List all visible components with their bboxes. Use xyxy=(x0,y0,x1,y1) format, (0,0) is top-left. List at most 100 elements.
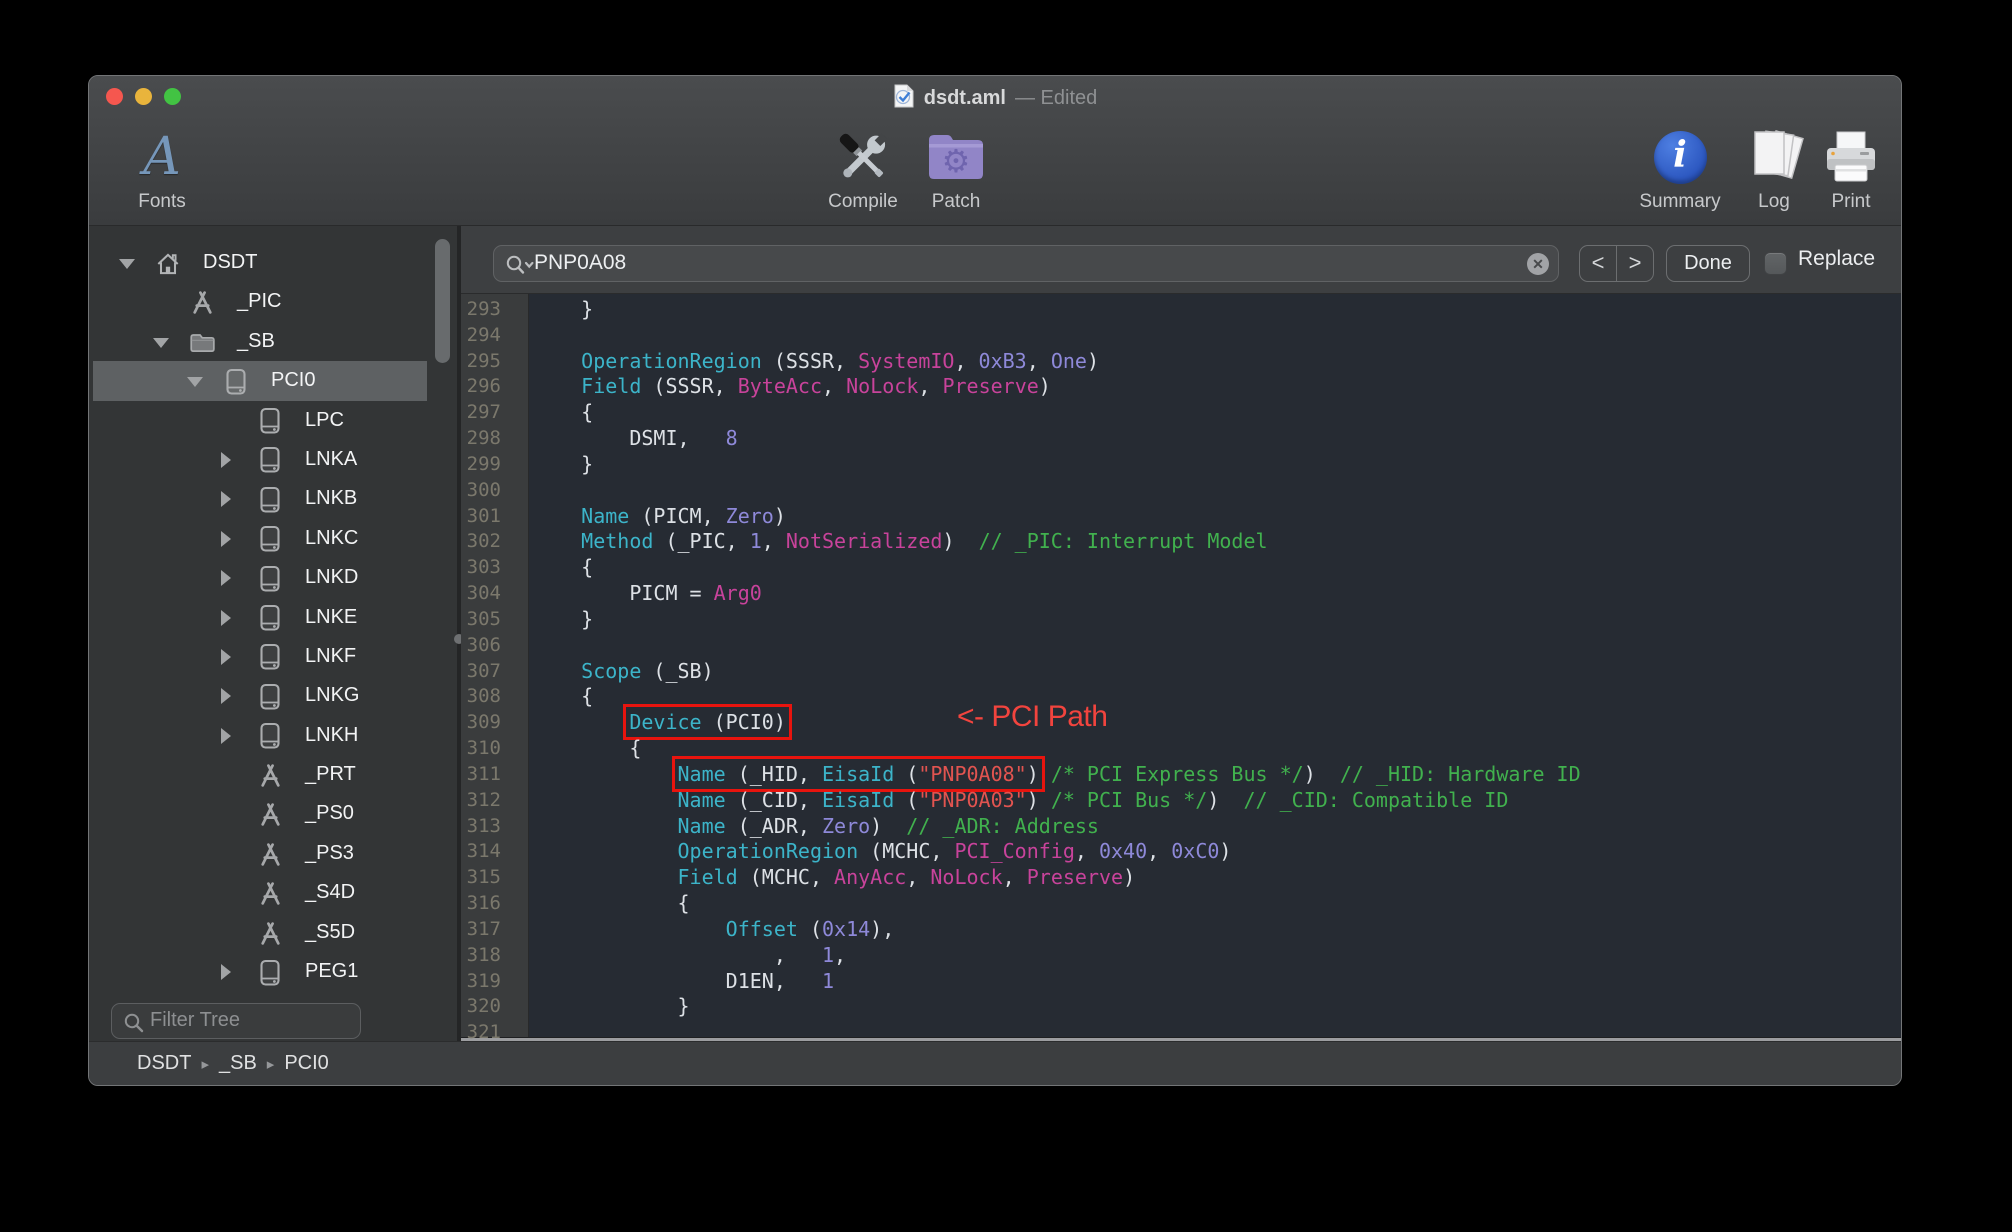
breadcrumb-pci0[interactable]: PCI0 xyxy=(284,1052,328,1075)
code-line[interactable]: 320 } xyxy=(461,994,1901,1020)
tree-item-lnkb[interactable]: LNKB xyxy=(89,479,457,518)
code-line[interactable]: 313 Name (_ADR, Zero) // _ADR: Address xyxy=(461,814,1901,840)
tree-item-_ps3[interactable]: _PS3 xyxy=(89,834,457,873)
code-line[interactable]: 295 OperationRegion (SSSR, SystemIO, 0xB… xyxy=(461,349,1901,375)
line-number: 302 xyxy=(461,529,515,555)
chevron-right-icon[interactable] xyxy=(221,965,241,981)
code-line[interactable]: 301 Name (PICM, Zero) xyxy=(461,504,1901,530)
code-line[interactable]: 309 Device (PCI0) xyxy=(461,710,1901,736)
code-line[interactable]: 306 xyxy=(461,633,1901,659)
code-editor[interactable]: 293 }294295 OperationRegion (SSSR, Syste… xyxy=(461,294,1901,1041)
code-text: Name (_CID, EisaId ("PNP0A03") /* PCI Bu… xyxy=(515,788,1508,814)
tree-item-lnkf[interactable]: LNKF xyxy=(89,637,457,676)
chevron-right-icon[interactable] xyxy=(221,689,241,705)
search-field[interactable]: ✕ xyxy=(493,245,1559,282)
tree-item-lnkc[interactable]: LNKC xyxy=(89,519,457,558)
toolbar-label: Patch xyxy=(932,191,981,213)
code-line[interactable]: 298 DSMI, 8 xyxy=(461,426,1901,452)
chevron-right-icon[interactable] xyxy=(221,571,241,587)
code-line[interactable]: 300 xyxy=(461,478,1901,504)
magnifier-chevron-icon[interactable] xyxy=(505,253,535,282)
code-line[interactable]: 293 } xyxy=(461,297,1901,323)
code-line[interactable]: 308 { xyxy=(461,684,1901,710)
tree-item-_sb[interactable]: _SB xyxy=(89,322,457,361)
code-line[interactable]: 305 } xyxy=(461,607,1901,633)
find-previous-button[interactable]: < xyxy=(1580,246,1616,281)
method-icon xyxy=(255,800,285,829)
tree-item-label: _S4D xyxy=(305,873,355,912)
chevron-down-icon[interactable] xyxy=(187,374,207,390)
fonts-icon: A xyxy=(143,126,181,188)
toolbar-item-patch[interactable]: ⚙ Patch xyxy=(891,126,1021,213)
code-line[interactable]: 302 Method (_PIC, 1, NotSerialized) // _… xyxy=(461,529,1901,555)
code-line[interactable]: 318 , 1, xyxy=(461,943,1901,969)
done-button[interactable]: Done xyxy=(1666,245,1750,282)
line-number: 303 xyxy=(461,555,515,581)
chevron-right-icon[interactable] xyxy=(221,729,241,745)
tree-item-lnke[interactable]: LNKE xyxy=(89,598,457,637)
tree-item-lpc[interactable]: LPC xyxy=(89,401,457,440)
replace-checkbox[interactable] xyxy=(1764,252,1787,275)
code-line[interactable]: 297 { xyxy=(461,400,1901,426)
status-bar: DSDT ▸ _SB ▸ PCI0 xyxy=(89,1041,1901,1085)
tree-item-label: _SB xyxy=(237,322,275,361)
line-number: 294 xyxy=(461,323,515,349)
code-line[interactable]: 299 } xyxy=(461,452,1901,478)
code-line[interactable]: 296 Field (SSSR, ByteAcc, NoLock, Preser… xyxy=(461,374,1901,400)
code-text: { xyxy=(515,891,690,917)
find-next-button[interactable]: > xyxy=(1616,246,1653,281)
tree-item-lnka[interactable]: LNKA xyxy=(89,440,457,479)
code-line[interactable]: 304 PICM = Arg0 xyxy=(461,581,1901,607)
tree-item-_s4d[interactable]: _S4D xyxy=(89,873,457,912)
line-number: 300 xyxy=(461,478,515,504)
chevron-down-icon[interactable] xyxy=(119,256,139,272)
code-line[interactable]: 319 D1EN, 1 xyxy=(461,969,1901,995)
tree-item-lnkh[interactable]: LNKH xyxy=(89,716,457,755)
code-text xyxy=(515,633,533,659)
tree-item-label: LNKB xyxy=(305,479,357,518)
tree-item-pci0[interactable]: PCI0 xyxy=(89,361,457,400)
code-text: } xyxy=(515,452,593,478)
tree-item-lnkd[interactable]: LNKD xyxy=(89,558,457,597)
code-line[interactable]: 316 { xyxy=(461,891,1901,917)
tree-item-_pic[interactable]: _PIC xyxy=(89,282,457,321)
line-number: 318 xyxy=(461,943,515,969)
code-line[interactable]: 303 { xyxy=(461,555,1901,581)
chevron-right-icon[interactable] xyxy=(221,492,241,508)
code-text: Scope (_SB) xyxy=(515,659,714,685)
code-line[interactable]: 294 xyxy=(461,323,1901,349)
chevron-right-icon[interactable] xyxy=(221,611,241,627)
tree-item-_prt[interactable]: _PRT xyxy=(89,755,457,794)
tree-item-lnkg[interactable]: LNKG xyxy=(89,676,457,715)
sidebar-scrollbar-thumb[interactable] xyxy=(435,239,450,363)
tree-item-_ps0[interactable]: _PS0 xyxy=(89,794,457,833)
chevron-right-icon[interactable] xyxy=(221,532,241,548)
code-line[interactable]: 310 { xyxy=(461,736,1901,762)
line-number: 321 xyxy=(461,1020,515,1041)
tree-item-dsdt[interactable]: DSDT xyxy=(89,243,457,282)
chevron-down-icon[interactable] xyxy=(153,335,173,351)
filter-tree-field[interactable] xyxy=(111,1003,361,1039)
code-line[interactable]: 307 Scope (_SB) xyxy=(461,659,1901,685)
filter-tree-input[interactable] xyxy=(150,1004,350,1037)
toolbar-item-fonts[interactable]: A Fonts xyxy=(97,126,227,213)
search-input[interactable] xyxy=(534,246,1494,280)
replace-label: Replace xyxy=(1798,247,1875,271)
tree-item-_s5d[interactable]: _S5D xyxy=(89,913,457,952)
toolbar-label: Print xyxy=(1831,191,1870,213)
tree-item-peg1[interactable]: PEG1 xyxy=(89,952,457,991)
code-text: D1EN, 1 xyxy=(515,969,834,995)
clear-search-icon[interactable]: ✕ xyxy=(1527,253,1549,275)
code-line[interactable]: 317 Offset (0x14), xyxy=(461,917,1901,943)
code-line[interactable]: 315 Field (MCHC, AnyAcc, NoLock, Preserv… xyxy=(461,865,1901,891)
code-text: Field (SSSR, ByteAcc, NoLock, Preserve) xyxy=(515,374,1051,400)
line-number: 316 xyxy=(461,891,515,917)
breadcrumb-dsdt[interactable]: DSDT xyxy=(137,1052,191,1075)
code-line[interactable]: 314 OperationRegion (MCHC, PCI_Config, 0… xyxy=(461,839,1901,865)
chevron-right-icon[interactable] xyxy=(221,453,241,469)
code-line[interactable]: 311 Name (_HID, EisaId ("PNP0A08") /* PC… xyxy=(461,762,1901,788)
chevron-right-icon[interactable] xyxy=(221,650,241,666)
toolbar-item-print[interactable]: Print xyxy=(1786,126,1902,213)
breadcrumb-sb[interactable]: _SB xyxy=(219,1052,257,1075)
code-line[interactable]: 312 Name (_CID, EisaId ("PNP0A03") /* PC… xyxy=(461,788,1901,814)
